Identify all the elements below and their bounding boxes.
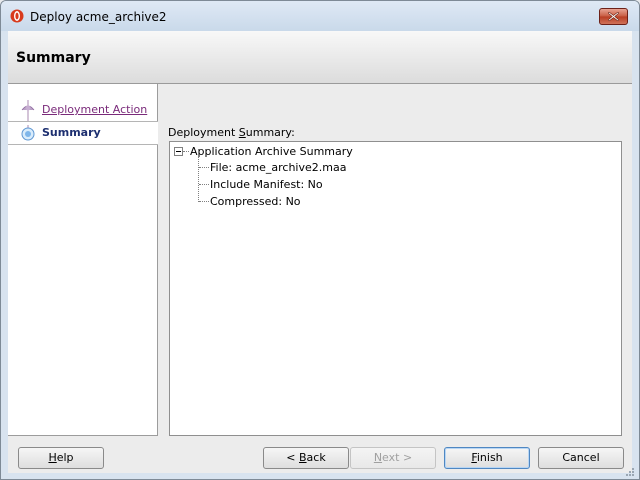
cancel-button[interactable]: Cancel: [538, 447, 624, 469]
tree-node-compressed[interactable]: Compressed: No: [210, 195, 301, 208]
deploy-dialog: Deploy acme_archive2 Summary Deployment …: [0, 0, 640, 480]
close-icon: [608, 12, 619, 21]
back-button[interactable]: < Back: [263, 447, 349, 469]
dialog-body: Summary Deployment Action Summary Deploy…: [8, 31, 632, 473]
collapse-toggle-icon[interactable]: [174, 147, 183, 156]
tree-node-root[interactable]: Application Archive Summary: [190, 145, 353, 158]
title-bar[interactable]: Deploy acme_archive2: [1, 1, 639, 31]
content-panel: Deployment Summary: Application Archive …: [158, 84, 632, 436]
step-current-icon: [21, 125, 35, 141]
resize-grip-icon[interactable]: [623, 467, 635, 477]
deployment-summary-label: Deployment Summary:: [168, 126, 295, 139]
window-title: Deploy acme_archive2: [30, 10, 167, 24]
wizard-steps-panel: Deployment Action Summary: [8, 84, 158, 436]
nav-step-summary[interactable]: Summary: [8, 121, 158, 145]
nav-step-label[interactable]: Deployment Action: [42, 103, 147, 116]
finish-button[interactable]: Finish: [444, 447, 530, 469]
help-button[interactable]: Help: [18, 447, 104, 469]
page-header: Summary: [8, 31, 632, 84]
tree-node-include-manifest[interactable]: Include Manifest: No: [210, 178, 323, 191]
summary-tree[interactable]: Application Archive Summary File: acme_a…: [169, 141, 622, 436]
next-button[interactable]: Next >: [350, 447, 436, 469]
tree-connector: [199, 201, 209, 202]
tree-connector: [183, 151, 189, 152]
tree-connector: [199, 184, 209, 185]
oracle-red-icon: [10, 9, 24, 23]
tree-node-file[interactable]: File: acme_archive2.maa: [210, 161, 346, 174]
close-button[interactable]: [599, 8, 628, 25]
tree-connector: [198, 157, 199, 202]
step-visited-icon: [21, 100, 35, 122]
tree-connector: [199, 167, 209, 168]
page-title: Summary: [16, 50, 91, 66]
nav-step-deployment-action[interactable]: Deployment Action: [8, 98, 158, 122]
nav-step-label[interactable]: Summary: [42, 126, 101, 139]
